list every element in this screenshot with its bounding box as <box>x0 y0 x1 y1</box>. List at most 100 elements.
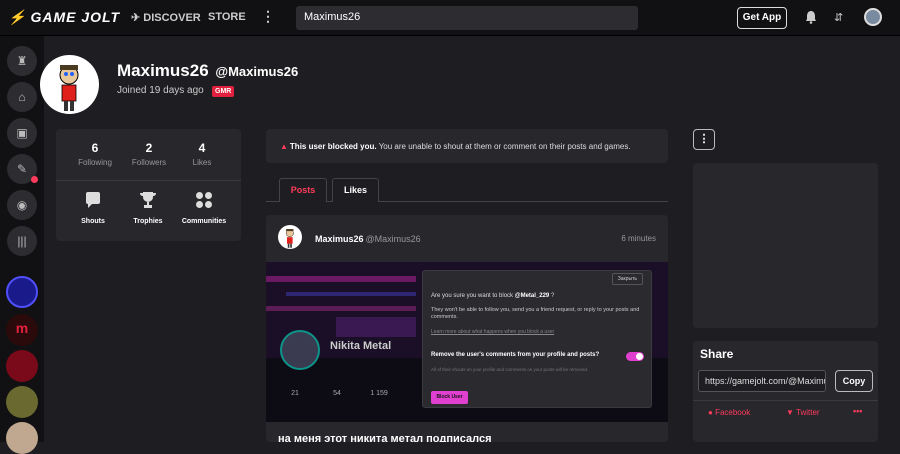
share-more-icon[interactable]: ••• <box>853 406 862 416</box>
discover-icon: ✈ <box>131 12 144 24</box>
modal-close-button: Закрыть <box>611 273 643 285</box>
trophies-label: Trophies <box>133 218 163 225</box>
share-url-input[interactable]: https://gamejolt.com/@Maximus26 <box>698 370 826 392</box>
facebook-icon: ● <box>708 408 716 417</box>
tab-posts[interactable]: Posts <box>279 178 327 202</box>
share-title: Share <box>700 347 734 361</box>
shout-bubble-icon <box>86 192 100 208</box>
blocked-text: You are unable to shout at them or comme… <box>378 142 631 151</box>
discover-label: DISCOVER <box>143 12 201 24</box>
share-facebook-button[interactable]: ● Facebook <box>708 408 750 417</box>
search-input[interactable]: Maximus26 <box>296 6 638 30</box>
blocked-notice: ▲ This user blocked you. You are unable t… <box>266 129 668 163</box>
modal-question: Are you sure you want to block @Metal_22… <box>431 293 554 299</box>
more-menu-icon[interactable]: ⋮ <box>261 8 275 25</box>
character-avatar-icon <box>285 229 294 248</box>
gamejolt-logo[interactable]: ⚡ GAME JOLT <box>8 9 120 26</box>
sidebar-library-icon[interactable]: ||| <box>7 226 37 256</box>
blocked-title: This user blocked you. <box>289 142 377 151</box>
sidebar-chat-icon[interactable]: ◉ <box>7 190 37 220</box>
post-text: на меня этот никита метал подписался <box>278 433 492 442</box>
screenshot-nikita-name: Nikita Metal <box>330 340 392 352</box>
bolt-icon: ⚡ <box>8 9 27 25</box>
modal-description: They won't be able to follow you, send y… <box>431 307 640 320</box>
profile-handle: @Maximus26 <box>215 64 299 79</box>
shouts-link[interactable]: Shouts <box>63 191 123 225</box>
discover-link[interactable]: ✈ DISCOVER <box>131 11 201 24</box>
sidebar-community-5[interactable] <box>6 422 38 454</box>
post-card[interactable]: Maximus26 @Maximus26 6 minutes Nikita Met… <box>266 215 668 442</box>
logo-text: GAME JOLT <box>30 9 121 25</box>
page-scrollbar[interactable] <box>890 36 900 442</box>
modal-remove-toggle <box>626 352 644 361</box>
stat-following[interactable]: 6 Following <box>65 141 125 167</box>
warning-icon: ▲ <box>280 142 288 151</box>
profile-avatar[interactable] <box>40 55 99 114</box>
communities-label: Communities <box>181 218 227 225</box>
communities-link[interactable]: Communities <box>174 191 234 225</box>
modal-note: All of their shouts on your profile and … <box>431 367 589 372</box>
gmr-badge[interactable]: GMR <box>212 86 235 97</box>
stats-divider <box>56 180 241 181</box>
profile-stats-card: 6 Following 2 Followers 4 Likes Shouts Trop… <box>56 129 241 241</box>
stat-value: 6 <box>91 141 99 155</box>
sidebar-store-icon[interactable]: ⌂ <box>7 82 37 112</box>
copy-button[interactable]: Copy <box>835 370 873 392</box>
facebook-label: Facebook <box>715 408 751 417</box>
get-app-button[interactable]: Get App <box>737 7 787 29</box>
post-image[interactable]: Nikita Metal 21 54 1 159 Закрыть Are you… <box>266 262 668 422</box>
modal-block-user-button: Block User <box>431 391 468 404</box>
stat-followers[interactable]: 2 Followers <box>119 141 179 167</box>
communities-icon <box>196 192 212 208</box>
twitter-label: Twitter <box>796 408 820 417</box>
modal-question-mark: ? <box>550 293 555 299</box>
trophy-icon <box>140 192 156 208</box>
friend-requests-icon[interactable]: ⇵ <box>834 11 843 24</box>
sidebar-community-3[interactable] <box>6 350 38 382</box>
left-sidebar: ♜ ⌂ ▣ ✎ ◉ ||| m <box>0 36 44 454</box>
notification-dot <box>31 176 38 183</box>
sidebar-community-1[interactable] <box>6 276 38 308</box>
stat-label: Followers <box>131 158 167 167</box>
stat-label: Likes <box>192 158 212 167</box>
user-avatar[interactable] <box>864 8 882 26</box>
post-timestamp: 6 minutes <box>621 234 656 243</box>
modal-question-user: @Metal_229 <box>514 293 550 299</box>
joined-date: Joined 19 days ago <box>117 85 204 96</box>
character-avatar-icon <box>59 65 79 111</box>
sidebar-community-2[interactable]: m <box>6 314 38 346</box>
store-link[interactable]: STORE <box>208 11 246 23</box>
stat-value: 2 <box>145 141 153 155</box>
modal-remove-comments-label: Remove the user's comments from your pro… <box>431 352 600 358</box>
post-author-handle: @Maximus26 <box>365 234 421 244</box>
screenshot-stat: 54 <box>333 390 341 397</box>
screenshot-stat: 1 159 <box>370 390 388 397</box>
modal-learn-more-link: Learn more about what happens when you b… <box>431 329 555 335</box>
top-navbar: ⚡ GAME JOLT ✈ DISCOVER STORE ⋮ Maximus26 … <box>0 0 900 36</box>
screenshot-stat: 21 <box>291 390 299 397</box>
profile-more-options-button[interactable]: ⋮ <box>693 129 715 150</box>
tab-likes[interactable]: Likes <box>332 178 379 202</box>
sidebar-joystick-icon[interactable]: ♜ <box>7 46 37 76</box>
stat-label: Following <box>78 158 112 167</box>
sidebar-backpack-icon[interactable]: ▣ <box>7 118 37 148</box>
block-user-modal-screenshot: Закрыть Are you sure you want to block @… <box>422 270 652 408</box>
post-author[interactable]: Maximus26 @Maximus26 <box>315 234 421 244</box>
community-logo-icon: m <box>15 320 29 336</box>
share-divider <box>693 400 878 401</box>
post-author-avatar[interactable] <box>278 225 302 249</box>
stat-value: 4 <box>198 141 206 155</box>
shouts-label: Shouts <box>81 218 105 225</box>
profile-tabs: Posts Likes <box>266 178 668 202</box>
twitter-icon: ▼ <box>786 408 796 417</box>
ad-placeholder <box>693 163 878 328</box>
trophies-link[interactable]: Trophies <box>118 191 178 225</box>
joined-row: Joined 19 days ago • <box>117 85 215 96</box>
sidebar-community-4[interactable] <box>6 386 38 418</box>
share-twitter-button[interactable]: ▼ Twitter <box>786 408 820 417</box>
stat-likes[interactable]: 4 Likes <box>172 141 232 167</box>
post-author-name: Maximus26 <box>315 234 364 244</box>
bell-icon[interactable] <box>805 10 817 24</box>
profile-name-row: Maximus26 @Maximus26 <box>117 61 298 81</box>
modal-question-text: Are you sure you want to block <box>431 293 514 299</box>
